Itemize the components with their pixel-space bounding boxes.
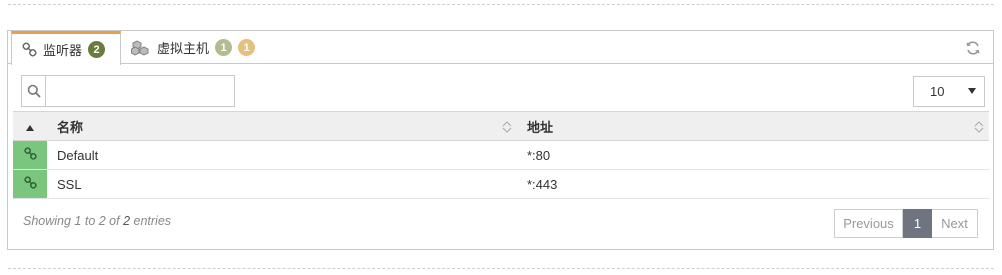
tab-virtual-hosts-label: 虚拟主机	[157, 41, 210, 56]
sort-ascending-icon	[26, 124, 34, 131]
row-name[interactable]: SSL	[47, 169, 517, 199]
table-row[interactable]: Default *:80	[13, 140, 989, 170]
sort-icon	[502, 121, 512, 133]
tab-listeners[interactable]: 监听器 2	[11, 31, 121, 65]
cubes-icon	[131, 39, 151, 56]
virtual-hosts-badge-2: 1	[238, 39, 256, 56]
page-size-value: 10	[930, 84, 945, 99]
tab-listeners-label: 监听器	[43, 43, 83, 58]
link-icon	[23, 147, 37, 160]
search-icon	[22, 76, 46, 106]
listeners-panel: 监听器 2 虚拟主机 1 1 10 名称 地址 Default *:80 SSL…	[7, 30, 994, 250]
table-info-total: 2	[123, 214, 131, 228]
page-1-button[interactable]: 1	[903, 209, 932, 238]
top-divider	[8, 4, 994, 5]
page-size-select[interactable]: 10	[913, 76, 985, 107]
table-info: Showing 1 to 2 of 2 entries	[23, 214, 171, 228]
virtual-hosts-badge-1: 1	[215, 39, 233, 56]
sort-column-header[interactable]	[13, 111, 47, 141]
column-header-name[interactable]: 名称	[47, 111, 517, 141]
row-address: *:443	[517, 169, 989, 199]
listeners-table: 名称 地址 Default *:80 SSL *:443	[13, 111, 989, 199]
sort-icon	[974, 121, 984, 133]
tab-bar: 监听器 2 虚拟主机 1 1	[8, 31, 993, 65]
next-page-button[interactable]: Next	[932, 209, 978, 238]
column-header-address-label: 地址	[527, 119, 554, 135]
search-input[interactable]	[46, 76, 234, 106]
bottom-divider	[8, 268, 994, 269]
table-header-row: 名称 地址	[13, 111, 989, 141]
previous-page-button[interactable]: Previous	[834, 209, 903, 238]
listeners-count-badge: 2	[88, 41, 106, 58]
pagination: Previous 1 Next	[834, 209, 978, 238]
row-icon-cell	[13, 140, 47, 170]
table-row[interactable]: SSL *:443	[13, 169, 989, 199]
row-address: *:80	[517, 140, 989, 170]
table-info-suffix: entries	[130, 214, 172, 228]
search-box	[21, 75, 235, 107]
table-area: 10 名称 地址 Default *:80 SSL *:443 Showing …	[13, 65, 989, 249]
chevron-down-icon	[968, 88, 976, 94]
link-icon	[23, 176, 37, 189]
column-header-address[interactable]: 地址	[517, 111, 989, 141]
table-info-prefix: Showing 1 to 2 of	[23, 214, 124, 228]
row-name[interactable]: Default	[47, 140, 517, 170]
link-icon	[22, 42, 37, 57]
column-header-name-label: 名称	[57, 119, 84, 135]
tab-virtual-hosts[interactable]: 虚拟主机 1 1	[127, 31, 256, 64]
refresh-icon[interactable]	[965, 40, 981, 56]
row-icon-cell	[13, 169, 47, 199]
